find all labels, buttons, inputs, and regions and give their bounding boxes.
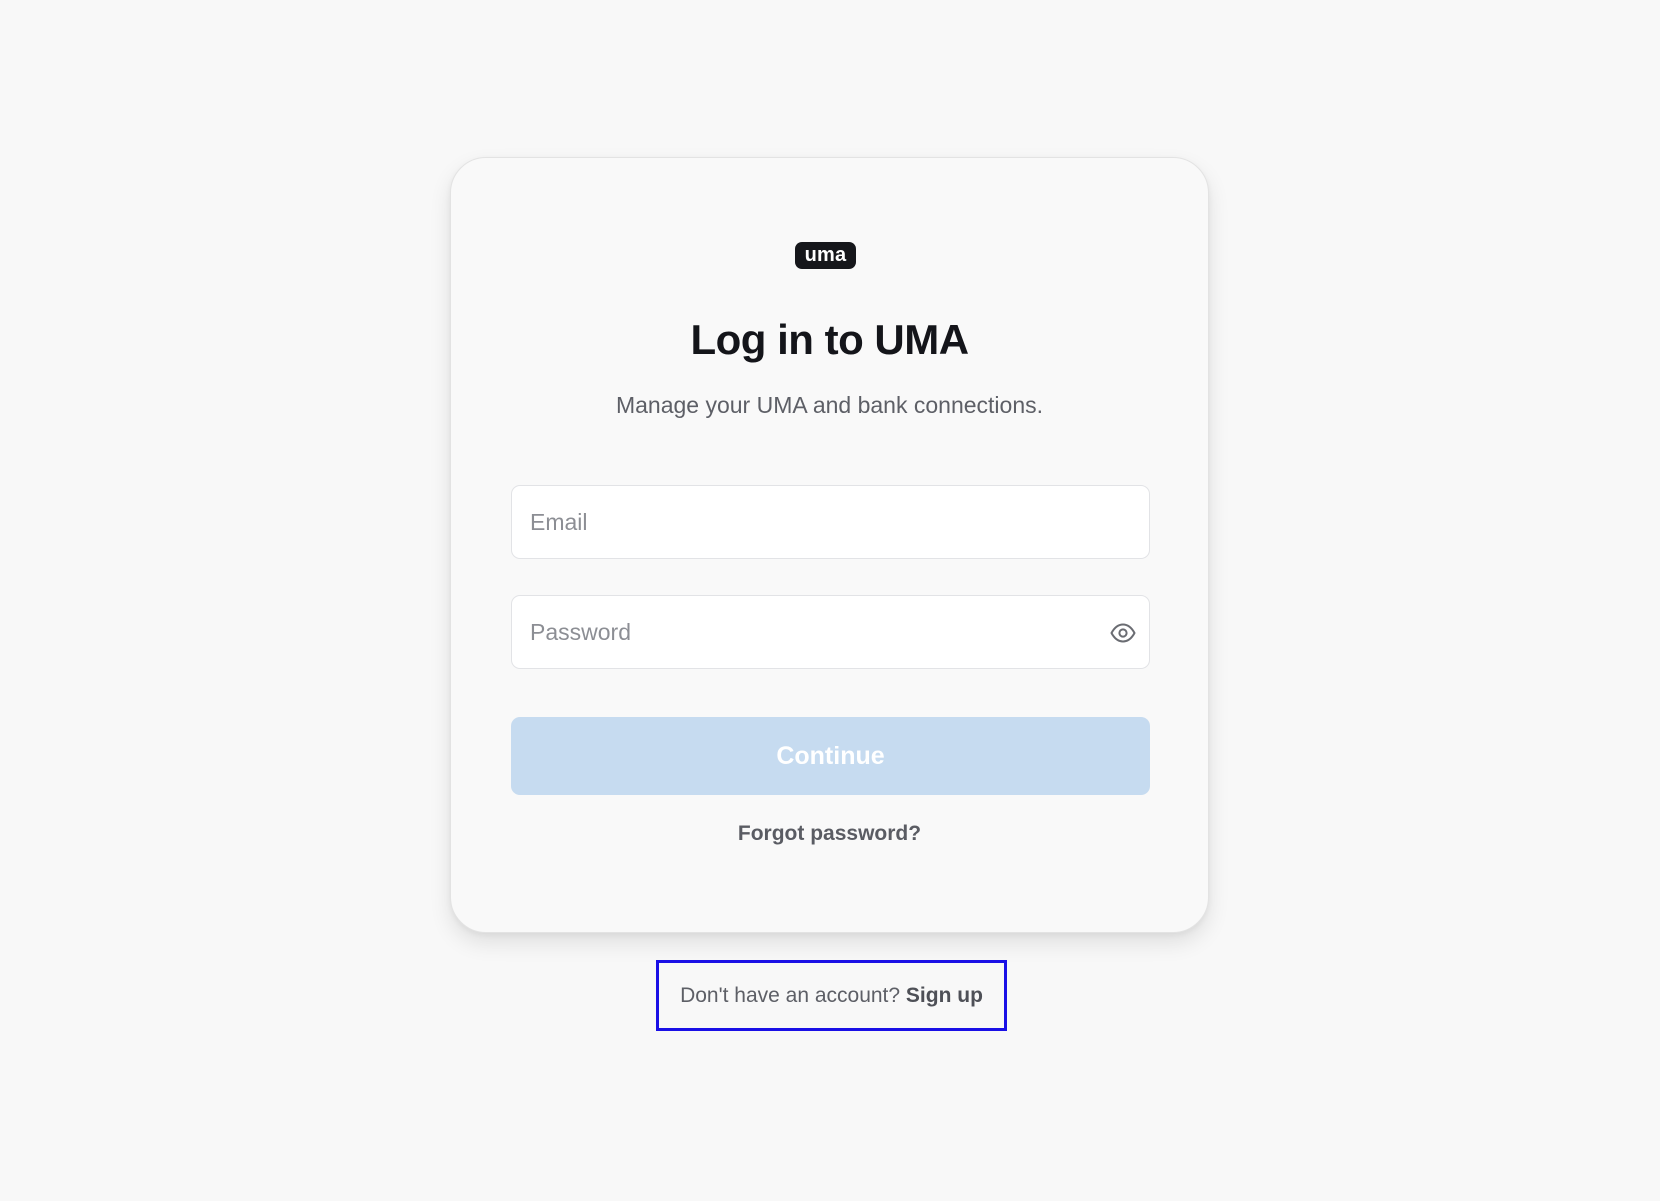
signup-prompt: Don't have an account? Sign up: [656, 960, 1007, 1031]
email-field-container: [511, 485, 1150, 559]
signup-prompt-text: Don't have an account?: [680, 984, 906, 1007]
password-input[interactable]: [512, 596, 1149, 668]
page-title: Log in to UMA: [690, 316, 969, 363]
eye-icon[interactable]: [1109, 620, 1137, 646]
login-card: uma Log in to UMA Manage your UMA and ba…: [450, 157, 1209, 933]
forgot-password-link[interactable]: Forgot password?: [451, 822, 1208, 846]
uma-logo: uma: [795, 242, 856, 269]
page-subtitle: Manage your UMA and bank connections.: [615, 392, 1044, 418]
email-input[interactable]: [512, 486, 1149, 558]
login-page: uma Log in to UMA Manage your UMA and ba…: [0, 0, 1660, 1201]
password-field-container: [511, 595, 1150, 669]
signup-link[interactable]: Sign up: [906, 984, 983, 1007]
continue-button[interactable]: Continue: [511, 717, 1150, 795]
